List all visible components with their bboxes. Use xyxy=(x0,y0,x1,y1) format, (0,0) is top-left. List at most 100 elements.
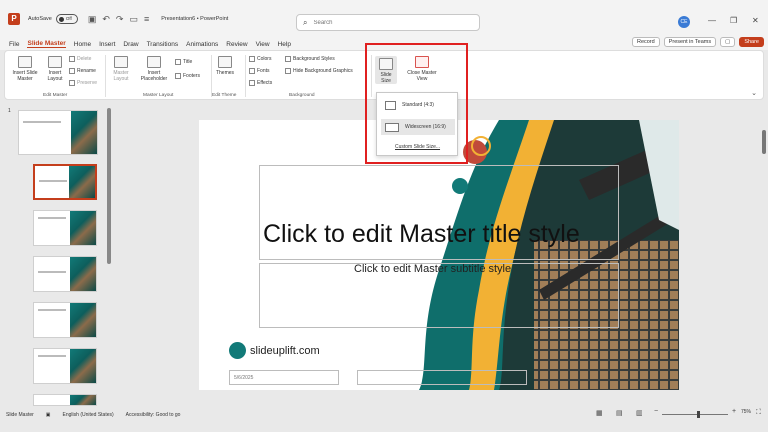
tab-insert[interactable]: Insert xyxy=(99,41,115,48)
zoom-level[interactable]: 75% xyxy=(741,409,751,415)
preserve-icon xyxy=(69,80,75,86)
slide-scrollbar[interactable] xyxy=(762,130,766,154)
tab-review[interactable]: Review xyxy=(226,41,247,48)
minimize-icon[interactable]: — xyxy=(708,16,716,25)
fonts-label: Fonts xyxy=(257,68,270,74)
insert-slide-master-icon xyxy=(18,56,32,68)
standard-option[interactable]: Standard (4:3) xyxy=(381,97,455,113)
thumbnail-layout-2[interactable] xyxy=(33,210,97,246)
slide-size-dropdown: Standard (4:3) Widescreen (16:9) Custom … xyxy=(376,92,458,156)
present-in-teams-button[interactable]: Present in Teams xyxy=(663,37,717,47)
thumbnail-line xyxy=(23,121,61,123)
master-layout-button[interactable]: Master Layout xyxy=(109,56,133,82)
powerpoint-window: P AutoSave Off ▣ ↶ ↷ ▭ ≡ Presentation6 •… xyxy=(0,0,768,432)
thumbnail-line xyxy=(38,355,66,357)
tab-slide-master[interactable]: Slide Master xyxy=(27,40,66,48)
preserve-label: Preserve xyxy=(77,80,98,86)
normal-view-icon[interactable]: ▦ xyxy=(596,409,603,417)
hide-background-graphics-checkbox[interactable]: Hide Background Graphics xyxy=(285,68,353,74)
delete-label: Delete xyxy=(77,56,92,62)
divider xyxy=(211,55,212,97)
collapse-ribbon-icon[interactable]: ⌄ xyxy=(751,89,757,97)
rename-button[interactable]: Rename xyxy=(69,68,96,74)
insert-placeholder-button[interactable]: Insert Placeholder xyxy=(135,56,173,82)
redo-icon[interactable]: ↷ xyxy=(116,14,124,25)
search-input[interactable] xyxy=(313,19,464,26)
group-label-master-layout: Master Layout xyxy=(143,93,174,98)
thumbnail-image xyxy=(69,166,95,198)
preserve-button[interactable]: Preserve xyxy=(69,80,97,86)
zoom-out-icon[interactable]: − xyxy=(654,408,658,415)
zoom-slider[interactable] xyxy=(662,414,728,415)
zoom-in-icon[interactable]: + xyxy=(732,408,736,415)
close-icon[interactable]: ✕ xyxy=(752,16,759,25)
undo-icon[interactable]: ↶ xyxy=(102,14,110,25)
title-check-icon xyxy=(175,59,181,65)
group-label-edit-master: Edit Master xyxy=(43,93,68,98)
footers-checkbox[interactable]: Footers xyxy=(175,73,200,79)
background-styles-icon xyxy=(285,56,291,62)
fonts-button[interactable]: Fonts xyxy=(249,68,270,74)
title-checkbox[interactable]: Title xyxy=(175,59,192,65)
comments-icon[interactable]: ▢ xyxy=(720,37,736,47)
zoom-slider-handle[interactable] xyxy=(697,411,700,418)
status-bar: Slide Master ▣ English (United States) A… xyxy=(0,408,768,421)
thumbnail-layout-1[interactable] xyxy=(33,164,97,200)
effects-button[interactable]: Effects xyxy=(249,80,272,86)
autosave-toggle[interactable]: Off xyxy=(55,14,78,24)
thumbnail-layout-6[interactable] xyxy=(33,394,97,406)
widescreen-option[interactable]: Widescreen (16:9) xyxy=(381,119,455,135)
tab-help[interactable]: Help xyxy=(278,41,291,48)
tab-animations[interactable]: Animations xyxy=(186,41,218,48)
colors-button[interactable]: Colors xyxy=(249,56,271,62)
search-box[interactable]: ⌕ xyxy=(296,14,480,31)
date-placeholder[interactable]: 5/6/2025 xyxy=(229,370,339,385)
fonts-icon xyxy=(249,68,255,74)
brand-globe-icon xyxy=(229,342,246,359)
standard-thumb-icon xyxy=(385,100,396,110)
maximize-icon[interactable]: ❐ xyxy=(730,16,737,25)
thumbnail-scrollbar[interactable] xyxy=(107,108,111,264)
tab-draw[interactable]: Draw xyxy=(123,41,138,48)
customize-icon[interactable]: ≡ xyxy=(144,14,149,25)
language-icon[interactable]: ▣ xyxy=(46,412,51,418)
tab-home[interactable]: Home xyxy=(74,41,91,48)
master-subtitle-text: Click to edit Master subtitle style xyxy=(354,263,512,275)
master-title-text: Click to edit Master title style xyxy=(263,220,580,248)
insert-slide-master-button[interactable]: Insert Slide Master xyxy=(9,56,41,82)
fit-slide-icon[interactable]: ⛶ xyxy=(756,409,761,417)
reading-view-icon[interactable]: ▥ xyxy=(636,409,643,417)
divider xyxy=(105,55,106,97)
autosave-label: AutoSave xyxy=(28,16,52,22)
footers-checkbox-label: Footers xyxy=(183,73,200,79)
thumbnail-layout-4[interactable] xyxy=(33,302,97,338)
share-button[interactable]: Share xyxy=(739,37,764,47)
sorter-view-icon[interactable]: ▤ xyxy=(616,409,623,417)
custom-slide-size-option[interactable]: Custom Slide Size... xyxy=(395,144,440,150)
insert-slide-master-label: Insert Slide Master xyxy=(12,70,38,82)
tab-file[interactable]: File xyxy=(9,41,19,48)
brand-logo: slideuplift.com xyxy=(229,342,320,359)
delete-button[interactable]: Delete xyxy=(69,56,91,62)
rename-icon xyxy=(69,68,75,74)
slideshow-icon[interactable]: ▭ xyxy=(129,14,138,25)
hide-background-graphics-label: Hide Background Graphics xyxy=(293,68,353,74)
save-icon[interactable]: ▣ xyxy=(88,14,97,25)
thumbnail-image xyxy=(70,349,96,383)
background-styles-button[interactable]: Background Styles xyxy=(285,56,335,62)
status-language[interactable]: English (United States) xyxy=(63,412,114,418)
background-styles-label: Background Styles xyxy=(293,56,335,62)
tab-view[interactable]: View xyxy=(256,41,270,48)
tab-transitions[interactable]: Transitions xyxy=(147,41,179,48)
thumbnail-line xyxy=(38,271,66,273)
insert-layout-button[interactable]: Insert Layout xyxy=(43,56,67,82)
avatar[interactable]: CE xyxy=(678,16,690,28)
thumbnail-master[interactable] xyxy=(18,110,98,155)
record-button[interactable]: Record xyxy=(631,37,660,47)
accessibility-status[interactable]: Accessibility: Good to go xyxy=(126,412,181,418)
thumbnail-layout-3[interactable] xyxy=(33,256,97,292)
themes-button[interactable]: Themes xyxy=(215,56,235,76)
footer-placeholder[interactable] xyxy=(357,370,527,385)
title-bar: P AutoSave Off ▣ ↶ ↷ ▭ ≡ Presentation6 •… xyxy=(0,0,768,38)
thumbnail-layout-5[interactable] xyxy=(33,348,97,384)
